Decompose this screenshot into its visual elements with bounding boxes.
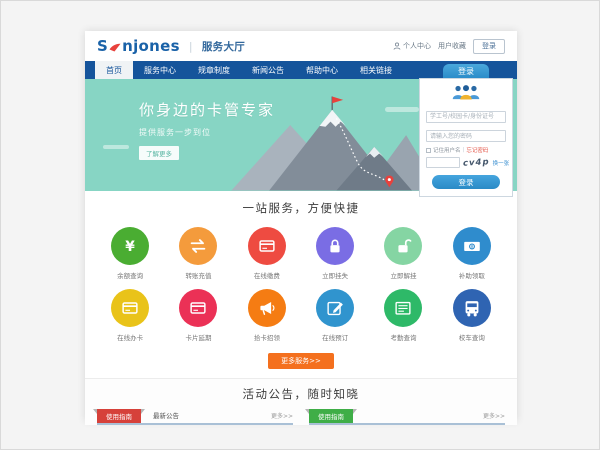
- service-item-report-loss[interactable]: 立即挂失: [301, 227, 369, 280]
- page: S njones | 服务大厅 个人中心 用户收藏 登录 首页 服务中心 规章制…: [85, 31, 517, 421]
- captcha-row: cv4p 换一张: [426, 157, 506, 168]
- header-login-button[interactable]: 登录: [473, 39, 505, 54]
- brand-divider: |: [189, 40, 193, 53]
- pay-circle: [248, 227, 286, 265]
- found-card-circle: [248, 289, 286, 327]
- subsidy-circle: [453, 227, 491, 265]
- announcements-title: 活动公告，随时知晓: [85, 386, 517, 402]
- personal-center-label: 个人中心: [403, 41, 431, 51]
- forgot-password-link[interactable]: 忘记密码: [466, 146, 488, 154]
- users-group-icon: [451, 84, 481, 101]
- right-tabbar: 使用指南 更多>>: [309, 411, 505, 425]
- online-booking-circle: [316, 289, 354, 327]
- yen-icon: ¥: [119, 235, 141, 257]
- service-item-school-bus[interactable]: 校车查询: [438, 289, 506, 342]
- service-item-card-extension[interactable]: 卡片延期: [164, 289, 232, 342]
- card-extension-circle: [179, 289, 217, 327]
- right-more-link[interactable]: 更多>>: [483, 411, 505, 423]
- balance-circle: ¥: [111, 227, 149, 265]
- tab-usage-guide-right[interactable]: 使用指南: [309, 409, 353, 424]
- service-item-pay[interactable]: 在线缴费: [233, 227, 301, 280]
- nav-item-news[interactable]: 新闻公告: [241, 61, 295, 79]
- header-right: 个人中心 用户收藏 登录: [393, 39, 505, 54]
- user-favorites-link[interactable]: 用户收藏: [438, 41, 466, 51]
- service-item-transfer[interactable]: 转账充值: [164, 227, 232, 280]
- announcement-columns: 使用指南 最新公告 更多>> 使用指南 更多>>: [85, 411, 517, 425]
- left-more-link[interactable]: 更多>>: [271, 411, 293, 423]
- personal-center-link[interactable]: 个人中心: [393, 41, 431, 51]
- announcement-right-column: 使用指南 更多>>: [309, 411, 505, 425]
- services-grid: ¥ 余额查询 转账充值: [96, 227, 506, 342]
- banner-text: 你身边的卡管专家 提供服务一步到位 了解更多: [139, 99, 275, 160]
- card-icon: [187, 297, 209, 319]
- report-loss-circle: [316, 227, 354, 265]
- announcements-section: 活动公告，随时知晓 使用指南 最新公告 更多>> 使用指南 更多>>: [85, 378, 517, 425]
- attendance-icon: [392, 297, 414, 319]
- cancel-loss-circle: [384, 227, 422, 265]
- banner-title: 你身边的卡管专家: [139, 99, 275, 120]
- username-input[interactable]: [426, 111, 506, 123]
- apply-card-circle: [111, 289, 149, 327]
- service-item-found-card[interactable]: 拾卡招领: [233, 289, 301, 342]
- transfer-icon: [187, 235, 209, 257]
- services-section: 一站服务，方便快捷 ¥ 余额查询 转账充值: [85, 191, 517, 369]
- nav-item-home[interactable]: 首页: [95, 61, 133, 79]
- brand-logo[interactable]: S njones | 服务大厅: [97, 37, 245, 55]
- header: S njones | 服务大厅 个人中心 用户收藏 登录: [85, 31, 517, 61]
- announcement-left-column: 使用指南 最新公告 更多>>: [97, 411, 293, 425]
- site-name: 服务大厅: [202, 39, 245, 54]
- banner-subtitle: 提供服务一步到位: [139, 127, 275, 138]
- password-input[interactable]: [426, 130, 506, 142]
- banner-cta-button[interactable]: 了解更多: [139, 146, 179, 160]
- unlock-icon: [392, 235, 414, 257]
- captcha-image[interactable]: cv4p: [463, 157, 490, 168]
- card-icon: [119, 297, 141, 319]
- cloud-decor: [103, 145, 129, 149]
- brand-text-rest: njones: [122, 37, 180, 55]
- service-item-attendance[interactable]: 考勤查询: [369, 289, 437, 342]
- options-separator: |: [463, 147, 465, 153]
- service-item-online-booking[interactable]: 在线预订: [301, 289, 369, 342]
- service-item-cancel-loss[interactable]: 立即解挂: [369, 227, 437, 280]
- person-icon: [393, 42, 401, 50]
- captcha-input[interactable]: [426, 157, 460, 168]
- left-tabbar: 使用指南 最新公告 更多>>: [97, 411, 293, 425]
- edit-icon: [324, 297, 346, 319]
- login-submit-button[interactable]: 登录: [432, 175, 501, 189]
- card-icon: [256, 235, 278, 257]
- service-item-apply-card[interactable]: 在线办卡: [96, 289, 164, 342]
- nav-item-help[interactable]: 帮助中心: [295, 61, 349, 79]
- remember-checkbox[interactable]: [426, 148, 431, 153]
- attendance-circle: [384, 289, 422, 327]
- transfer-circle: [179, 227, 217, 265]
- brand-text-s: S: [97, 37, 108, 55]
- change-captcha-link[interactable]: 换一张: [493, 159, 510, 167]
- megaphone-icon: [256, 297, 278, 319]
- more-services-button[interactable]: 更多服务>>: [268, 353, 334, 369]
- service-item-balance[interactable]: ¥ 余额查询: [96, 227, 164, 280]
- service-item-subsidy[interactable]: 补助领取: [438, 227, 506, 280]
- lock-icon: [324, 235, 346, 257]
- nav-item-service-center[interactable]: 服务中心: [133, 61, 187, 79]
- brand-swoosh-icon: [109, 40, 121, 53]
- tab-usage-guide-left[interactable]: 使用指南: [97, 409, 141, 424]
- school-bus-circle: [453, 289, 491, 327]
- login-form: 记住用户名 | 忘记密码 cv4p 换一张 登录: [419, 78, 513, 197]
- banknote-icon: [461, 235, 483, 257]
- services-title: 一站服务，方便快捷: [85, 200, 517, 216]
- login-panel: 登录 记住用户名 | 忘记密码 cv4p 换一张: [419, 64, 513, 197]
- login-options: 记住用户名 | 忘记密码: [426, 146, 506, 154]
- tab-latest-announcements[interactable]: 最新公告: [141, 410, 191, 423]
- nav-item-links[interactable]: 相关链接: [349, 61, 403, 79]
- nav-item-rules[interactable]: 规章制度: [187, 61, 241, 79]
- svg-text:¥: ¥: [125, 239, 135, 255]
- remember-label: 记住用户名: [433, 146, 461, 154]
- login-tab[interactable]: 登录: [443, 64, 489, 78]
- bus-icon: [461, 297, 483, 319]
